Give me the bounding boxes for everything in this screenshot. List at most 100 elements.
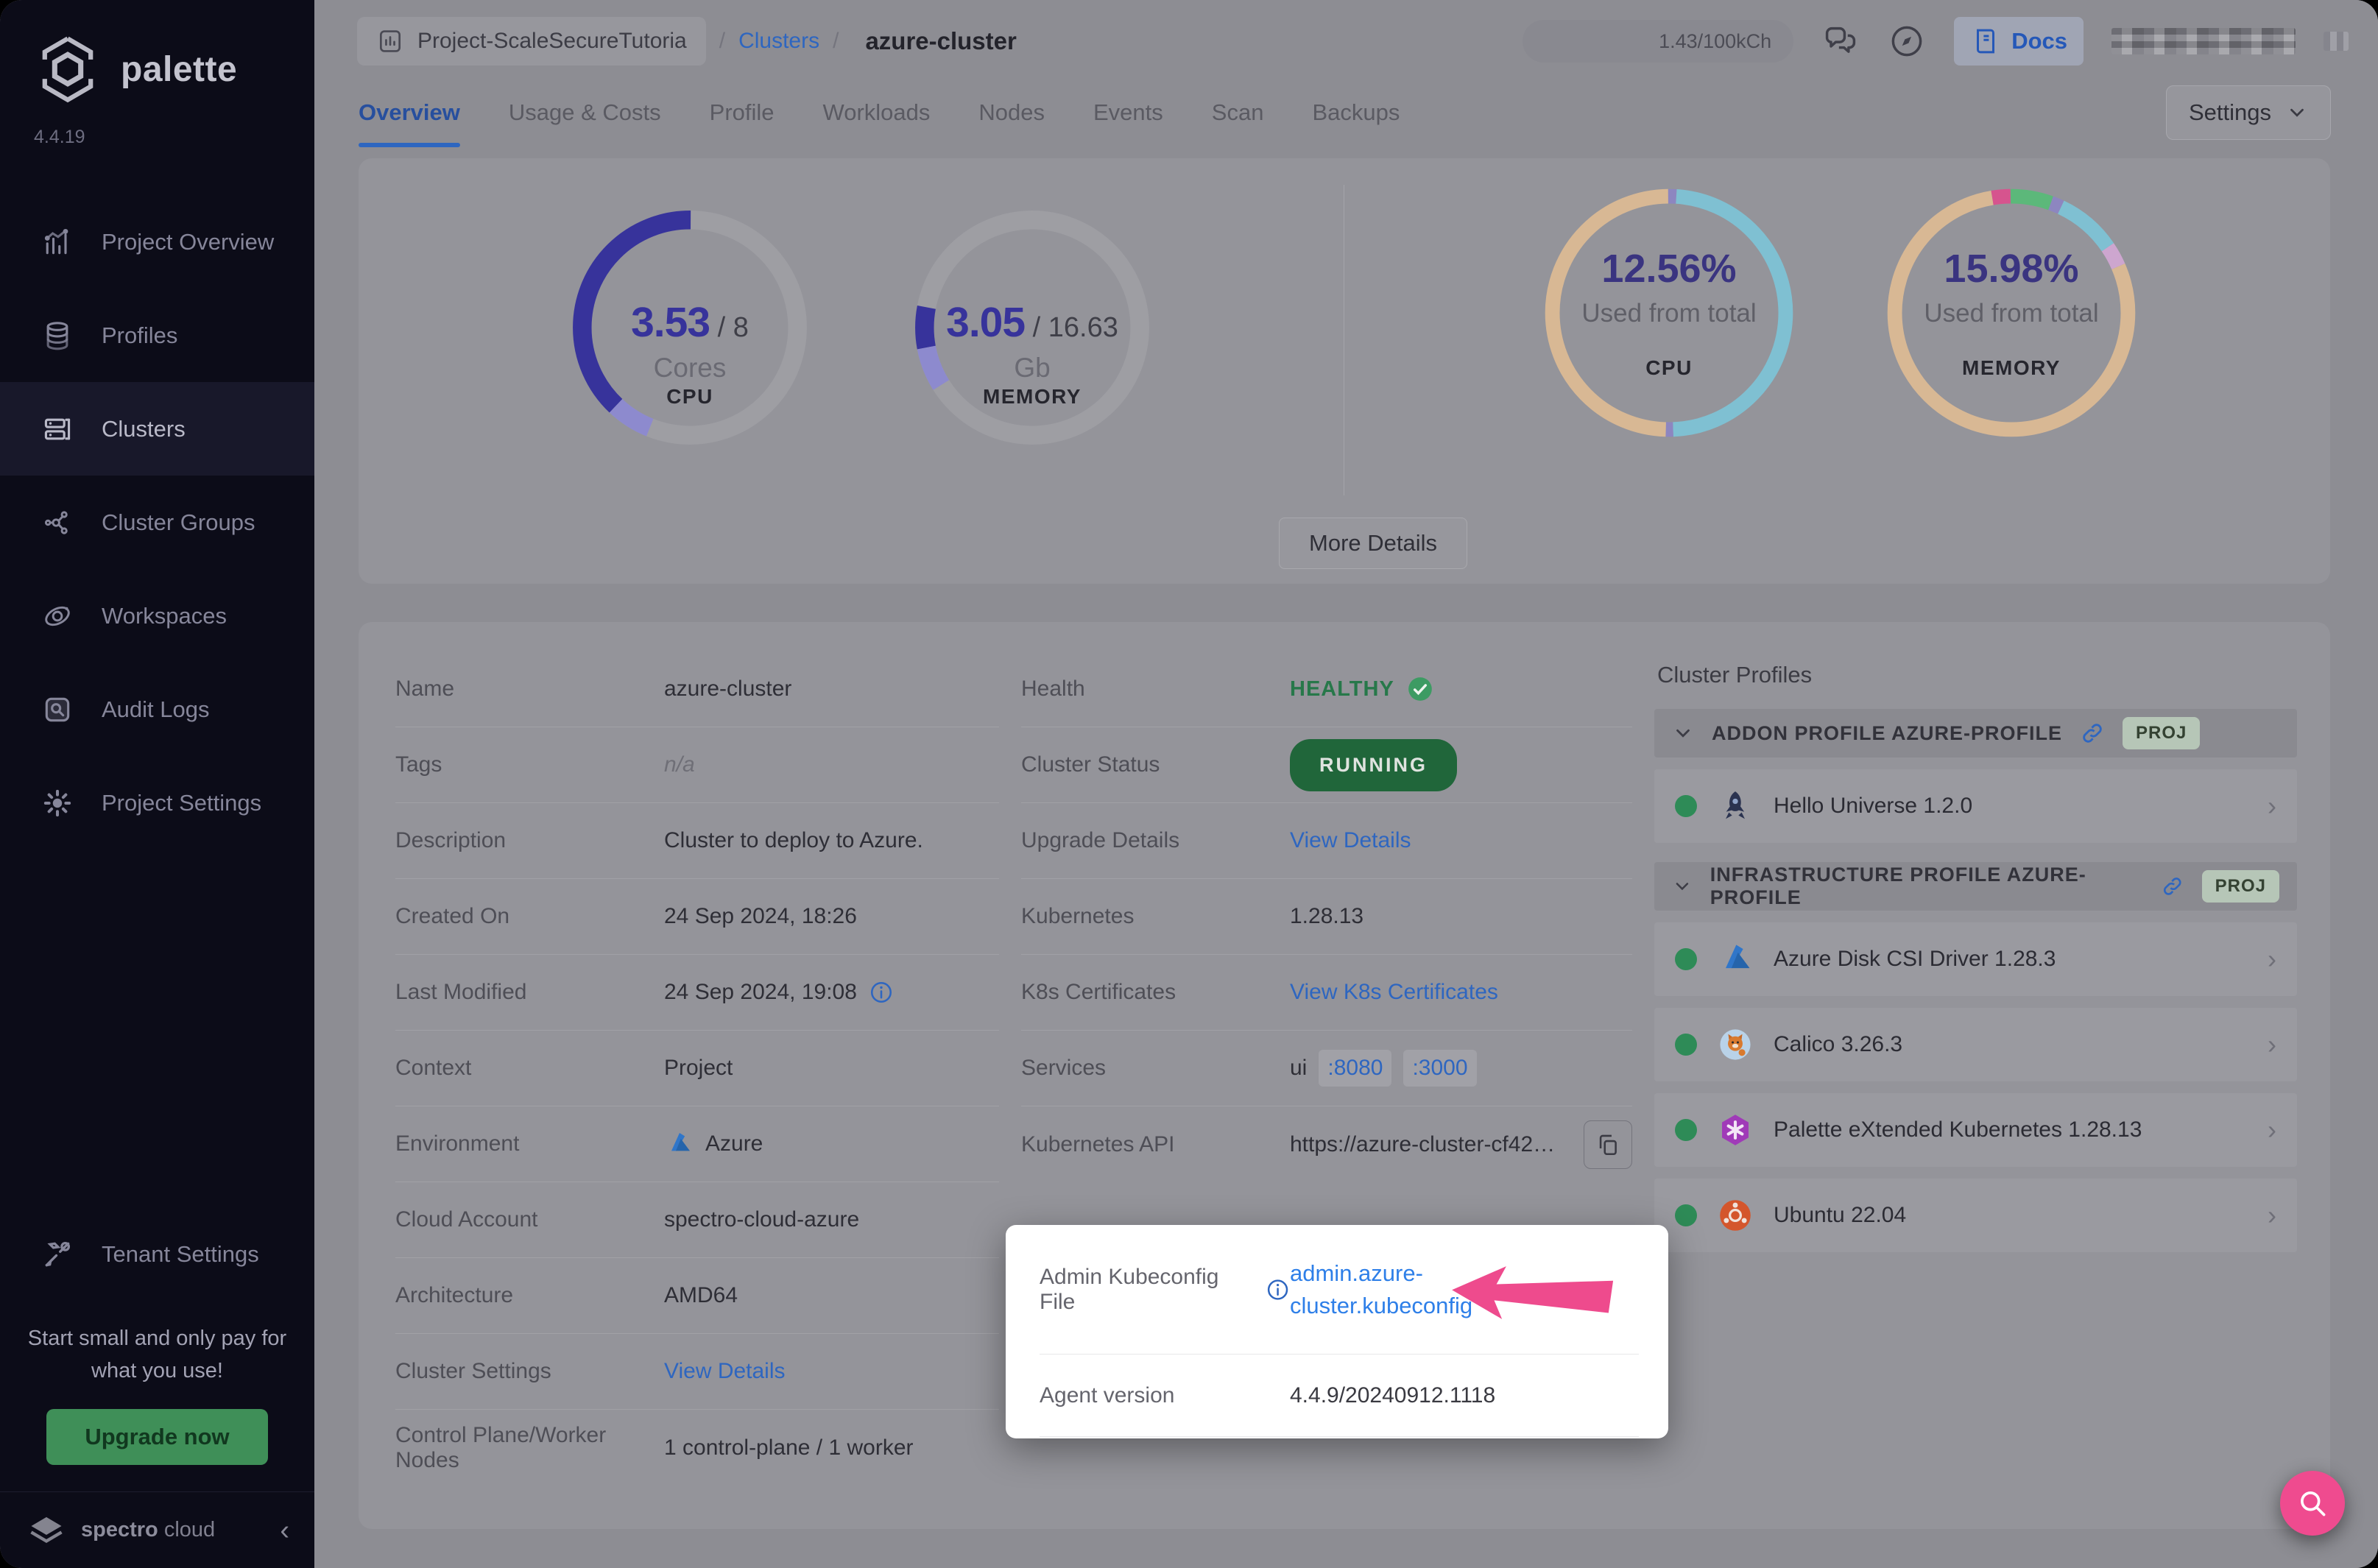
admin-kubeconfig-row: Admin Kubeconfig File admin.azure-cluste… xyxy=(1040,1225,1639,1355)
cluster-status-badge: RUNNING xyxy=(1290,738,1457,791)
service-port-link[interactable]: :3000 xyxy=(1403,1050,1477,1087)
detail-label: Cluster Status xyxy=(1021,752,1160,777)
detail-value: AMD64 xyxy=(664,1283,738,1307)
user-menu-redacted[interactable] xyxy=(2324,32,2349,51)
scope-badge: PROJ xyxy=(2201,870,2279,903)
cluster-profiles-list: ADDON PROFILE AZURE-PROFILE PROJ Hello Un… xyxy=(1654,709,2297,1252)
upgrade-promo: Start small and only pay for what you us… xyxy=(0,1301,314,1491)
detail-value: Azure xyxy=(664,1129,763,1159)
profile-layer-ubuntu-22-04[interactable]: Ubuntu 22.04 › xyxy=(1654,1179,2297,1252)
detail-value: azure-cluster xyxy=(664,677,792,701)
detail-row-description: Description Cluster to deploy to Azure. xyxy=(395,803,999,879)
servers-icon xyxy=(41,413,74,445)
app-version: 4.4.19 xyxy=(34,127,85,147)
detail-value: n/a xyxy=(664,752,695,777)
cluster-profiles-panel: Cluster Profiles ADDON PROFILE AZURE-PRO… xyxy=(1654,651,2297,1500)
profile-section-infrastructure-profile-azure-profile[interactable]: INFRASTRUCTURE PROFILE AZURE-PROFILE PROJ xyxy=(1654,862,2297,911)
detail-label: Environment xyxy=(395,1131,520,1156)
profile-layer-name: Calico 3.26.3 xyxy=(1774,1032,1903,1056)
info-icon[interactable] xyxy=(1266,1277,1290,1302)
ubuntu-icon xyxy=(1716,1196,1754,1235)
spotlight-search-fab[interactable] xyxy=(2280,1471,2345,1536)
detail-row-name: Name azure-cluster xyxy=(395,651,999,727)
profile-layer-name: Palette eXtended Kubernetes 1.28.13 xyxy=(1774,1117,2142,1142)
profile-layer-palette-extended-kubernetes-1-28-13[interactable]: Palette eXtended Kubernetes 1.28.13 › xyxy=(1654,1093,2297,1167)
detail-label: Services xyxy=(1021,1056,1107,1080)
profile-section-addon-profile-azure-profile[interactable]: ADDON PROFILE AZURE-PROFILE PROJ xyxy=(1654,709,2297,757)
project-chart-icon xyxy=(379,30,401,52)
profile-layer-hello-universe-1-2-0[interactable]: Hello Universe 1.2.0 › xyxy=(1654,769,2297,843)
donut-caption: Used from total xyxy=(1581,299,1757,328)
help-compass-icon[interactable] xyxy=(1888,22,1926,60)
detail-label: Control Plane/Worker Nodes xyxy=(395,1422,607,1472)
sidebar-item-profiles[interactable]: Profiles xyxy=(0,289,314,382)
tab-scan[interactable]: Scan xyxy=(1212,72,1264,153)
status-dot xyxy=(1675,948,1697,970)
copy-button[interactable] xyxy=(1584,1120,1632,1169)
detail-row-kubernetes-api: Kubernetes API https://azure-cluster-cf42… xyxy=(1021,1106,1632,1182)
memory-gauge: 3.05 / 16.63 Gb MEMORY xyxy=(885,202,1179,453)
sidebar-item-workspaces[interactable]: Workspaces xyxy=(0,569,314,663)
profile-layer-azure-disk-csi-driver-1-28-3[interactable]: Azure Disk CSI Driver 1.28.3 › xyxy=(1654,922,2297,996)
detail-label: Upgrade Details xyxy=(1021,828,1180,852)
sidebar-item-label: Clusters xyxy=(102,415,186,442)
chevron-right-icon: › xyxy=(2268,1029,2276,1059)
upgrade-now-button[interactable]: Upgrade now xyxy=(46,1409,268,1465)
tab-workloads[interactable]: Workloads xyxy=(823,72,931,153)
palette-app-window: palette 4.4.19 Project Overview Profiles C… xyxy=(0,0,2378,1568)
gauge-unit: Gb xyxy=(1014,353,1051,383)
status-dot xyxy=(1675,1119,1697,1141)
sidebar-item-label: Tenant Settings xyxy=(102,1240,259,1267)
detail-row-context: Context Project xyxy=(395,1031,999,1106)
project-selector[interactable]: Project-ScaleSecureTutoria xyxy=(357,17,706,66)
donut-caption: Used from total xyxy=(1924,299,2099,328)
settings-button[interactable]: Settings xyxy=(2165,85,2331,140)
profile-layer-calico-3-26-3[interactable]: Calico 3.26.3 › xyxy=(1654,1008,2297,1081)
profile-layer-name: Ubuntu 22.04 xyxy=(1774,1203,1907,1227)
chevron-right-icon: › xyxy=(2268,791,2276,821)
audit-icon xyxy=(41,693,74,726)
sidebar-item-label: Cluster Groups xyxy=(102,509,255,535)
sidebar-item-project-settings[interactable]: Project Settings xyxy=(0,756,314,850)
detail-label: K8s Certificates xyxy=(1021,980,1176,1004)
healthy-check-icon xyxy=(1408,677,1432,701)
sidebar-collapse-icon[interactable]: ‹ xyxy=(280,1516,289,1544)
tab-events[interactable]: Events xyxy=(1093,72,1163,153)
gauge-label: MEMORY xyxy=(983,385,1082,408)
scope-badge: PROJ xyxy=(2123,717,2201,749)
chat-icon[interactable] xyxy=(1821,22,1860,60)
sidebar-item-audit-logs[interactable]: Audit Logs xyxy=(0,663,314,756)
tab-usage-costs[interactable]: Usage & Costs xyxy=(509,72,661,153)
sidebar-item-tenant-settings[interactable]: Tenant Settings xyxy=(0,1207,314,1301)
health-value: HEALTHY xyxy=(1290,675,1434,703)
agent-version-row: Agent version 4.4.9/20240912.1118 xyxy=(1040,1355,1639,1437)
book-icon xyxy=(1977,29,1995,54)
service-port-link[interactable]: :8080 xyxy=(1319,1050,1392,1087)
sidebar-item-clusters[interactable]: Clusters xyxy=(0,382,314,476)
breadcrumb-clusters-link[interactable]: Clusters xyxy=(738,29,819,54)
agent-version-label: Agent version xyxy=(1040,1382,1175,1408)
cluster-tabs: Overview Usage & Costs Profile Workloads Nod… xyxy=(359,72,1400,153)
k8s-certificates-link[interactable]: View K8s Certificates xyxy=(1290,980,1498,1005)
tab-overview[interactable]: Overview xyxy=(359,72,460,153)
tools-icon xyxy=(41,1238,74,1271)
docs-button[interactable]: Docs xyxy=(1954,17,2084,66)
admin-kubeconfig-label: Admin Kubeconfig File xyxy=(1040,1264,1219,1314)
more-details-button[interactable]: More Details xyxy=(1279,518,1467,569)
sidebar-item-project-overview[interactable]: Project Overview xyxy=(0,195,314,289)
upgrade-details-link[interactable]: View Details xyxy=(1290,828,1411,853)
info-icon[interactable] xyxy=(869,980,894,1005)
detail-label: Kubernetes xyxy=(1021,904,1135,928)
user-name-redacted[interactable] xyxy=(2111,28,2296,54)
sidebar-item-label: Audit Logs xyxy=(102,696,210,722)
detail-label: Health xyxy=(1021,677,1085,701)
sidebar-item-cluster-groups[interactable]: Cluster Groups xyxy=(0,476,314,569)
detail-label: Created On xyxy=(395,904,510,928)
detail-row-created-on: Created On 24 Sep 2024, 18:26 xyxy=(395,879,999,955)
detail-label: Last Modified xyxy=(395,980,527,1004)
tab-nodes[interactable]: Nodes xyxy=(978,72,1045,153)
chevron-right-icon: › xyxy=(2268,1115,2276,1145)
tab-profile[interactable]: Profile xyxy=(710,72,775,153)
cluster-settings-link[interactable]: View Details xyxy=(664,1359,786,1384)
tab-backups[interactable]: Backups xyxy=(1312,72,1400,153)
